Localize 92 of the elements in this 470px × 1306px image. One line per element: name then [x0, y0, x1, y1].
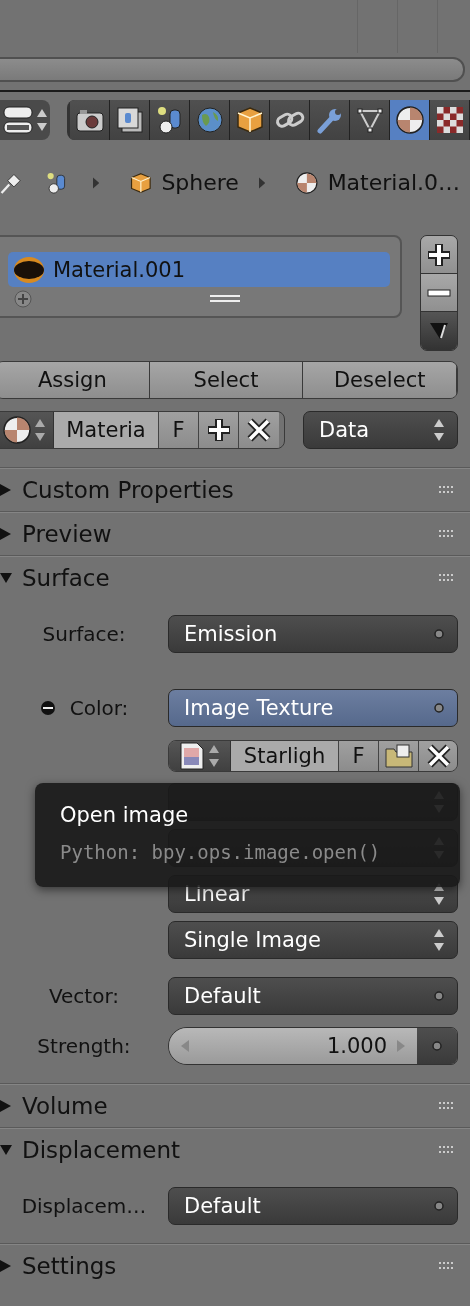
panel-header[interactable]: Volume: [0, 1083, 470, 1127]
up-down-arrows-icon[interactable]: [35, 108, 48, 132]
socket-icon[interactable]: [433, 990, 445, 1002]
slot-action-button[interactable]: Deselect: [303, 362, 457, 398]
camera-icon: [74, 107, 105, 133]
panel-header[interactable]: Preview: [0, 511, 470, 555]
material-sphere-icon: [3, 416, 31, 444]
properties-tab[interactable]: [70, 100, 110, 140]
grip-icon[interactable]: [439, 1261, 455, 1270]
properties-tab[interactable]: [430, 100, 470, 140]
properties-tab[interactable]: [110, 100, 150, 140]
plus-icon[interactable]: [426, 241, 452, 268]
breadcrumb-label: Sphere: [161, 170, 239, 195]
grip-icon[interactable]: [439, 485, 455, 494]
socket-dropdown[interactable]: Default: [168, 1187, 458, 1225]
up-down-arrows-icon[interactable]: [433, 928, 445, 952]
grip-icon[interactable]: [439, 1101, 455, 1110]
slot-menu-button[interactable]: [421, 312, 457, 350]
collapsed-triangle-icon[interactable]: [0, 483, 12, 496]
image-icon: [179, 741, 205, 771]
grip-icon[interactable]: [439, 529, 455, 538]
expanded-triangle-icon[interactable]: [0, 1143, 12, 1156]
breadcrumb-label: Material.0…: [327, 170, 460, 195]
up-down-arrows-icon[interactable]: [208, 744, 220, 768]
slot-action-button[interactable]: Assign: [0, 362, 150, 398]
properties-tab[interactable]: [230, 100, 270, 140]
folder-icon[interactable]: [383, 743, 414, 769]
socket-icon[interactable]: [433, 702, 445, 714]
minus-icon: [427, 287, 451, 298]
link-dropdown[interactable]: Data: [303, 411, 458, 449]
strength-field[interactable]: 1.000: [168, 1027, 458, 1065]
property-label: Surface:: [42, 622, 126, 646]
image-name[interactable]: Starligh: [231, 741, 339, 771]
socket-icon[interactable]: [431, 1040, 443, 1052]
socket-dropdown[interactable]: Image Texture: [168, 689, 458, 727]
collapsed-triangle-icon[interactable]: [0, 527, 12, 540]
add-circle-icon[interactable]: [14, 290, 32, 308]
property-label: Strength:: [37, 1034, 131, 1058]
property-label: Vector:: [48, 984, 120, 1008]
expanded-triangle-icon[interactable]: [0, 571, 12, 584]
scrollbar[interactable]: [0, 57, 465, 82]
socket-dropdown[interactable]: Default: [168, 977, 458, 1015]
panel-header[interactable]: Custom Properties: [0, 467, 470, 511]
triangle-mesh-icon: [355, 106, 384, 134]
panel-header[interactable]: Surface: [0, 555, 470, 599]
toggle-icon: [2, 105, 33, 135]
slot-action-button[interactable]: Select: [149, 362, 304, 398]
remove-slot-button[interactable]: [421, 274, 457, 312]
wrench-icon: [315, 106, 344, 134]
property-label: Color:: [69, 696, 129, 720]
enum-dropdown[interactable]: Single Image: [168, 921, 458, 959]
close-icon[interactable]: [426, 743, 452, 769]
material-preview-icon: [13, 255, 45, 284]
material-selector[interactable]: Materia F: [0, 411, 285, 449]
up-down-arrows-icon[interactable]: [433, 418, 445, 442]
socket-dropdown[interactable]: Emission: [168, 615, 458, 653]
grip-icon[interactable]: [439, 1145, 455, 1154]
material-slot[interactable]: Material.001: [8, 252, 390, 287]
image-stack-icon: [114, 105, 145, 135]
plus-icon[interactable]: [205, 417, 232, 443]
checker-icon: [435, 106, 464, 134]
down-triangle-icon: [429, 320, 449, 341]
fake-user-button[interactable]: F: [339, 741, 379, 771]
socket-icon[interactable]: [433, 628, 445, 640]
tooltip-title: Open image: [60, 803, 189, 827]
collapsed-triangle-icon[interactable]: [0, 1099, 12, 1112]
close-icon[interactable]: [246, 417, 272, 443]
material-sphere-icon: [395, 106, 424, 134]
properties-tab[interactable]: [270, 100, 310, 140]
tooltip-python-path: Python: bpy.ops.image.open(): [60, 841, 381, 863]
properties-tab[interactable]: [390, 100, 430, 140]
material-name[interactable]: Materia: [54, 412, 159, 448]
breadcrumb-arrow-icon: [92, 175, 99, 190]
grip-icon[interactable]: [439, 573, 455, 582]
cube-icon: [235, 106, 264, 134]
breadcrumb-arrow-icon: [258, 175, 266, 190]
globe-icon: [195, 106, 224, 134]
properties-tab[interactable]: [350, 100, 390, 140]
scene-icon: [155, 105, 184, 135]
image-selector[interactable]: Starligh F: [168, 740, 458, 772]
socket-icon[interactable]: [433, 1200, 445, 1212]
collapse-socket-icon[interactable]: [39, 700, 56, 716]
resize-grip-icon[interactable]: [210, 295, 240, 303]
properties-tab[interactable]: [150, 100, 190, 140]
properties-tab[interactable]: [310, 100, 350, 140]
collapsed-triangle-icon[interactable]: [0, 1259, 12, 1272]
fake-user-button[interactable]: F: [159, 412, 199, 448]
add-slot-button[interactable]: [421, 236, 457, 274]
property-label: Displacem…: [21, 1194, 147, 1218]
panel-header[interactable]: Settings: [0, 1243, 470, 1287]
panel-header[interactable]: Displacement: [0, 1127, 470, 1171]
view-toggle[interactable]: [0, 100, 50, 140]
